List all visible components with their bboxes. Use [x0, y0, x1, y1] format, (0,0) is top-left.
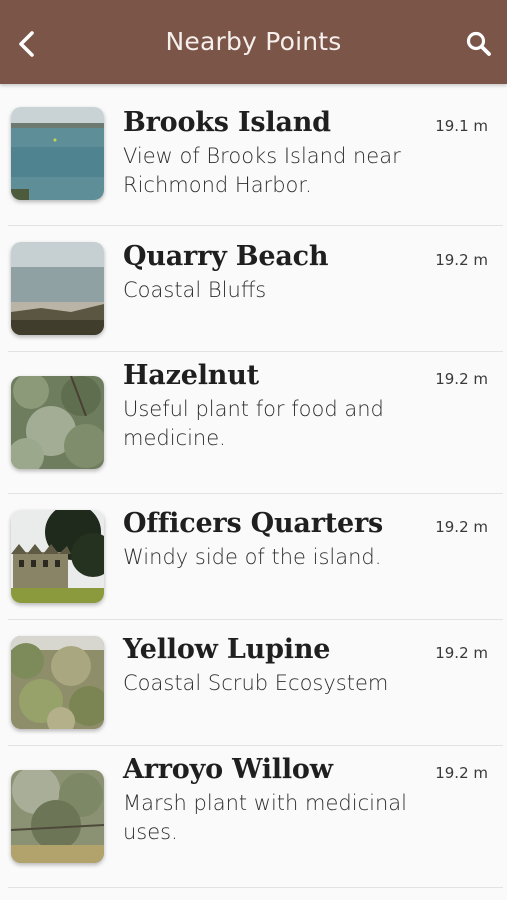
list-item-hazelnut[interactable]: Hazelnut Useful plant for food and medic…: [0, 352, 507, 493]
list-item-officers-quarters[interactable]: Officers Quarters Windy side of the isla…: [0, 494, 507, 619]
search-button[interactable]: [459, 24, 499, 64]
app-header: Nearby Points: [0, 0, 507, 84]
point-thumbnail: [11, 636, 104, 729]
point-thumbnail: [11, 770, 104, 863]
point-thumbnail: [11, 107, 104, 200]
list-item-brooks-island[interactable]: Brooks Island View of Brooks Island near…: [0, 84, 507, 225]
divider: [8, 887, 503, 888]
list-item-yellow-lupine[interactable]: Yellow Lupine Coastal Scrub Ecosystem 19…: [0, 620, 507, 745]
point-name: Quarry Beach: [123, 241, 329, 272]
point-description: Coastal Scrub Ecosystem: [123, 671, 389, 695]
list-item-quarry-beach[interactable]: Quarry Beach Coastal Bluffs 19.2 m: [0, 226, 507, 351]
point-thumbnail: [11, 376, 104, 469]
point-distance: 19.1 m: [435, 117, 488, 135]
point-name: Officers Quarters: [123, 508, 383, 539]
point-distance: 19.2 m: [435, 518, 488, 536]
point-thumbnail: [11, 242, 104, 335]
page-title: Nearby Points: [165, 27, 342, 56]
point-description: Marsh plant with medicinal uses.: [123, 791, 407, 844]
point-description: View of Brooks Island near Richmond Harb…: [123, 144, 401, 197]
point-thumbnail: [11, 510, 104, 603]
point-name: Hazelnut: [123, 360, 259, 391]
point-name: Arroyo Willow: [123, 754, 333, 785]
search-icon: [466, 31, 491, 56]
point-description: Coastal Bluffs: [123, 278, 267, 302]
point-distance: 19.2 m: [435, 764, 488, 782]
point-description: Windy side of the island.: [123, 545, 382, 569]
point-name: Brooks Island: [123, 107, 331, 138]
point-distance: 19.2 m: [435, 251, 488, 269]
point-distance: 19.2 m: [435, 644, 488, 662]
point-description: Useful plant for food and medicine.: [123, 397, 384, 450]
list-item-arroyo-willow[interactable]: Arroyo Willow Marsh plant with medicinal…: [0, 746, 507, 887]
point-distance: 19.2 m: [435, 370, 488, 388]
point-name: Yellow Lupine: [123, 634, 331, 665]
